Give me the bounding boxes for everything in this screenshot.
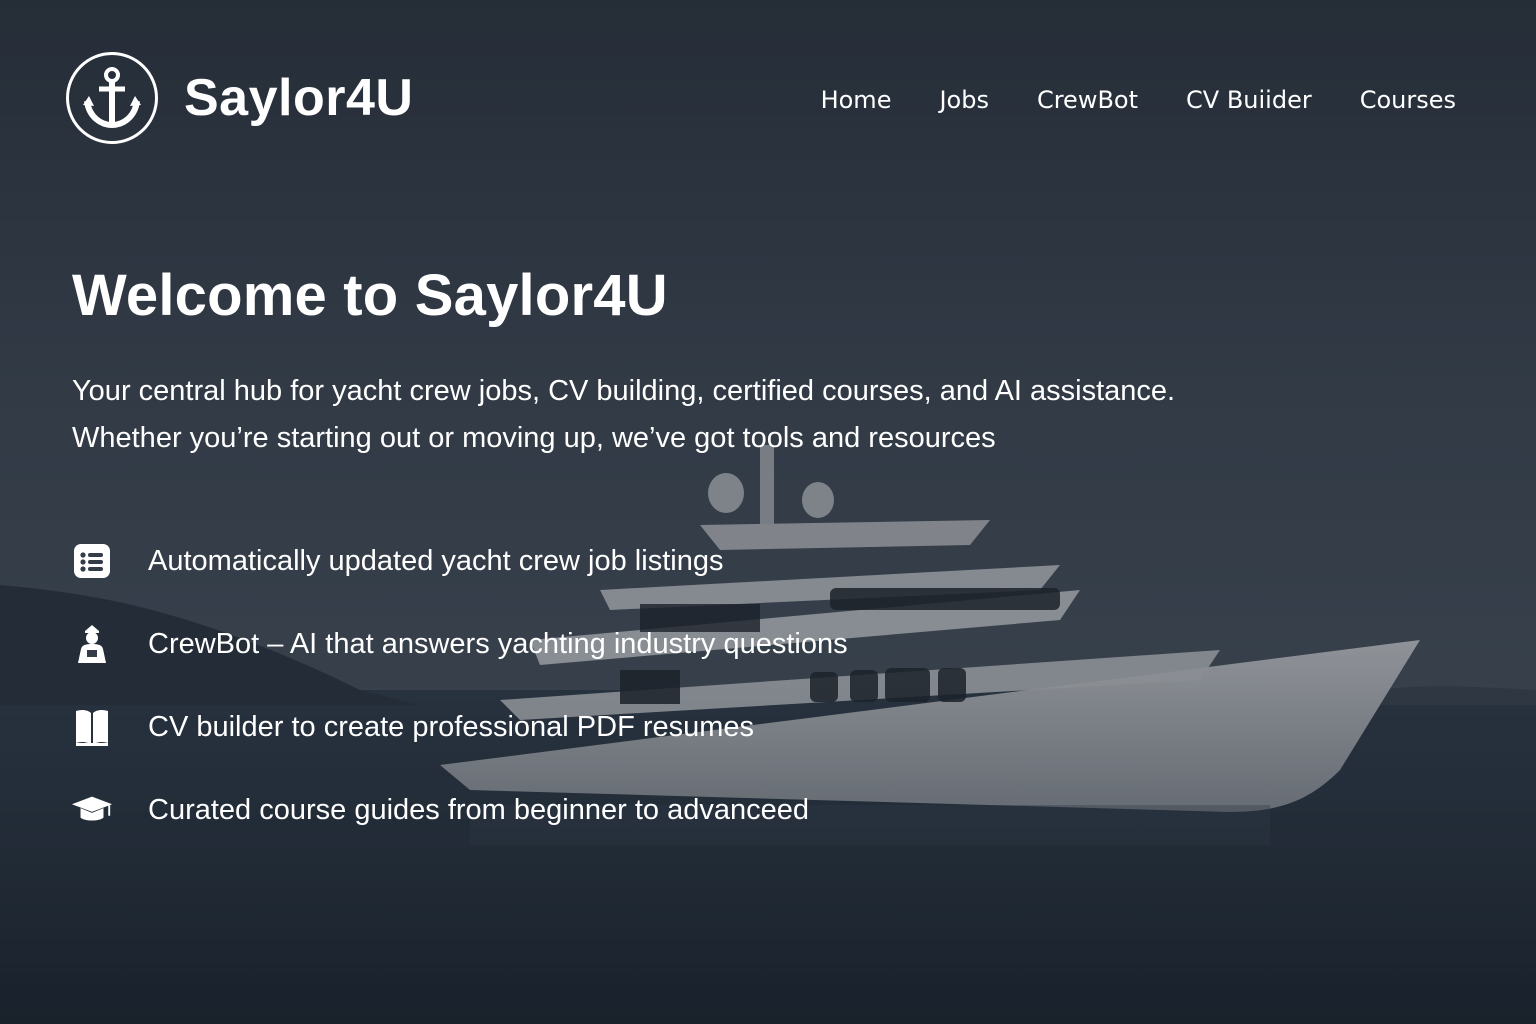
page-title: Welcome to Saylor4U <box>72 263 668 328</box>
feature-list: Automatically updated yacht crew job lis… <box>70 538 848 870</box>
nav-crewbot[interactable]: CrewBot <box>1037 86 1138 114</box>
graduation-cap-icon <box>70 788 114 832</box>
feature-text: CrewBot – AI that answers yachting indus… <box>148 627 848 660</box>
feature-item-crewbot: CrewBot – AI that answers yachting indus… <box>70 621 848 667</box>
feature-item-cv-builder: CV builder to create professional PDF re… <box>70 704 848 750</box>
nav-courses[interactable]: Courses <box>1360 86 1456 114</box>
brand[interactable]: Saylor4U <box>66 52 413 144</box>
intro-text: Your central hub for yacht crew jobs, CV… <box>72 368 1372 462</box>
feature-text: Automatically updated yacht crew job lis… <box>148 544 724 577</box>
hero-section: Saylor4U Home Jobs CrewBot CV Buiider Co… <box>0 0 1536 1024</box>
main-nav: Home Jobs CrewBot CV Buiider Courses <box>821 86 1456 114</box>
feature-text: CV builder to create professional PDF re… <box>148 710 755 743</box>
nav-jobs[interactable]: Jobs <box>939 86 989 114</box>
feature-text: Curated course guides from beginner to a… <box>148 793 809 826</box>
brand-name: Saylor4U <box>184 69 414 127</box>
feature-item-courses: Curated course guides from beginner to a… <box>70 787 848 833</box>
list-icon <box>70 539 114 583</box>
nav-home[interactable]: Home <box>821 86 892 114</box>
intro-line-2: Whether you’re starting out or moving up… <box>72 422 996 454</box>
intro-line-1: Your central hub for yacht crew jobs, CV… <box>72 375 1176 407</box>
anchor-icon <box>66 52 158 144</box>
site-header: Saylor4U Home Jobs CrewBot CV Buiider Co… <box>0 0 1536 200</box>
book-icon <box>70 705 114 749</box>
feature-item-jobs: Automatically updated yacht crew job lis… <box>70 538 848 584</box>
nav-cv-builder[interactable]: CV Buiider <box>1186 86 1312 114</box>
crew-person-icon <box>70 622 114 666</box>
